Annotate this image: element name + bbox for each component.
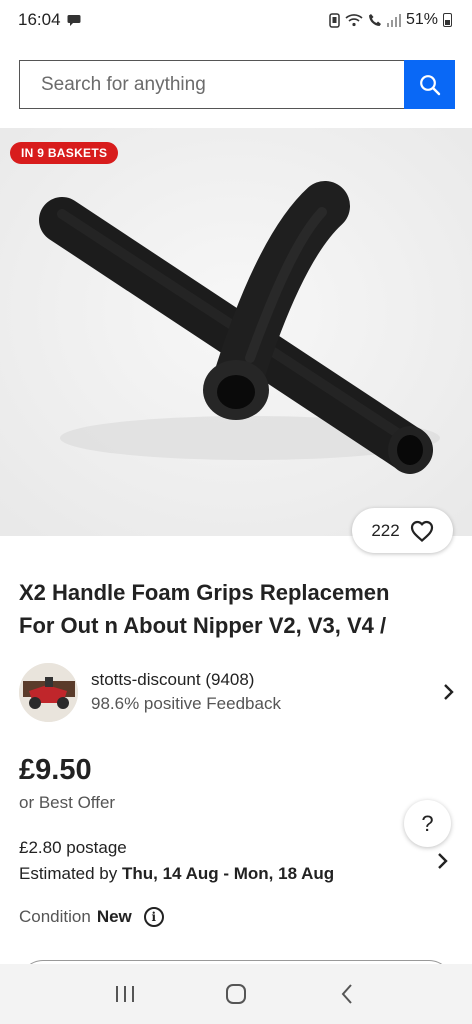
seller-feedback: 98.6% positive Feedback xyxy=(91,694,281,713)
listing-title-line1: X2 Handle Foam Grips Replacemen xyxy=(19,580,390,605)
back-icon[interactable] xyxy=(327,974,367,1014)
signal-icon xyxy=(386,13,401,27)
foam-grips-image xyxy=(0,128,472,536)
status-time: 16:04 xyxy=(18,10,61,29)
seller-avatar xyxy=(19,662,78,722)
condition-row: Condition New i xyxy=(19,907,164,927)
estimated-dates: Thu, 14 Aug - Mon, 18 Aug xyxy=(122,864,335,883)
heart-icon xyxy=(410,520,433,542)
seller-row[interactable]: stotts-discount (9408) 98.6% positive Fe… xyxy=(19,662,459,722)
seller-name: stotts-discount (9408) xyxy=(91,670,255,689)
best-offer-label: or Best Offer xyxy=(19,793,116,812)
info-icon[interactable]: i xyxy=(143,907,164,927)
search-input[interactable] xyxy=(19,60,404,109)
watchers-count: 222 xyxy=(371,520,400,540)
watch-button[interactable]: 222 xyxy=(352,508,453,553)
help-icon: ? xyxy=(421,810,434,836)
chat-bubble-icon xyxy=(67,14,81,26)
product-image[interactable]: IN 9 BASKETS xyxy=(0,128,472,536)
chevron-right-icon[interactable] xyxy=(439,682,459,702)
search-button[interactable] xyxy=(404,60,455,109)
search-icon xyxy=(419,74,440,95)
baskets-badge: IN 9 BASKETS xyxy=(10,142,119,164)
postage-price: £2.80 postage xyxy=(19,838,127,857)
delivery-estimate: Estimated by Thu, 14 Aug - Mon, 18 Aug xyxy=(19,860,459,888)
estimated-label: Estimated by xyxy=(19,864,118,883)
condition-value: New xyxy=(96,907,132,926)
battery-icon xyxy=(443,13,452,27)
home-icon[interactable] xyxy=(216,974,256,1014)
condition-label: Condition xyxy=(19,907,91,926)
system-nav-bar xyxy=(0,964,472,1024)
listing-title-line2: For Out n About Nipper V2, V3, V4 / xyxy=(19,613,387,638)
status-bar: 16:04 51% xyxy=(0,0,472,40)
recent-apps-icon[interactable] xyxy=(105,974,145,1014)
price: £9.50 xyxy=(19,754,92,786)
chevron-right-icon[interactable] xyxy=(433,851,453,871)
wifi-icon xyxy=(345,14,363,27)
postage-section[interactable]: £2.80 postage Estimated by Thu, 14 Aug -… xyxy=(19,836,459,888)
listing-title: X2 Handle Foam Grips Replacemen For Out … xyxy=(19,576,472,642)
call-icon xyxy=(368,14,381,26)
battery-percent: 51% xyxy=(405,11,438,28)
nfc-icon xyxy=(329,12,340,28)
search-bar xyxy=(19,60,455,109)
